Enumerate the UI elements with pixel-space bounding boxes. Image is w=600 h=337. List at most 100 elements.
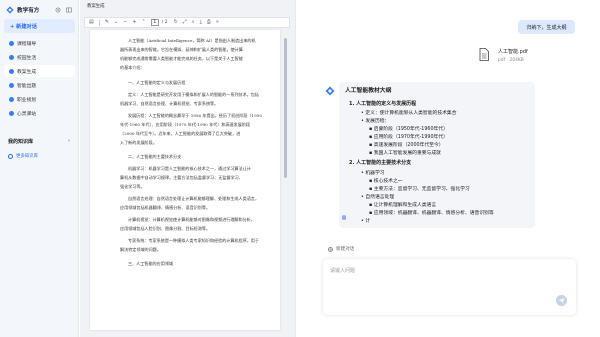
doc-line: 发展历程：人工智能的概念最早于 1956 年提出，经历了初创阶段（1950 [128,113,262,118]
page-total: / 2 [161,20,168,25]
career-icon [9,96,14,102]
answer-title: 人工智能教材大纲 [345,88,392,94]
answer-bullet: ▪ 启蒙阶段（1950年代-1960年代） [369,127,448,132]
more-knowledge-base-link[interactable]: 更多知识库 [8,153,38,159]
file-size: 204KB [509,58,524,63]
my-knowledge-base-label: 我的知识库 [8,138,34,145]
doc-line: 强化学习等。 [120,184,145,189]
doc-line: 年代-1960 年代）、应用阶段（1970 年代-1990 年代）和高速发展阶段 [120,122,251,127]
app-title: 教学有方 [17,7,40,14]
file-type: pdf [498,58,506,63]
doc-line: 人工智能（Artificial Intelligence，简称 AI）是指由人制… [128,38,256,43]
answer-bullet: ▪ 应用阶段（1970年代-1990年代） [369,135,448,140]
answer-bullet: ▪ 我国人工智能发展的重要与成就 [369,151,441,156]
scrollbar-thumb[interactable] [284,38,287,178]
answer-section-heading: 1. 人工智能的定义与发展历程 [349,101,417,107]
doc-line: 三、人工智能的应用领域 [128,261,174,266]
file-attachment[interactable]: 人工智能.pdf pdf 204KB [477,44,575,68]
new-chat-link[interactable]: + 新建对话 [328,246,354,252]
doc-line: 计算机视觉：计算机视觉使计算机能够对图像和视频进行理解和分析， [128,217,255,222]
pdf-toolbar: ▤ ✎ ⌄ − + ⌃ 1 / 2 ↻ ⤢ ⌕ ⤓ ⎙ » [84,17,290,28]
heart-icon [9,110,14,116]
sidebar-item-mental-station[interactable]: 心灵驿站 [4,107,75,119]
draw-icon[interactable]: ✎ [105,20,109,25]
sidebar-item-label: 校园生活 [17,55,37,61]
assistant-answer: 人工智能教材大纲 1. 人工智能的定义与发展历程 • 定义：使计算机能够从人类智… [339,82,535,228]
new-chat-label: 新建对话 [336,247,355,252]
sidebar-item-label: 教案生成 [17,69,37,75]
sidebar-toggle-icon[interactable]: ▤ [89,20,94,25]
document-tab[interactable]: 教案生成 [87,3,105,9]
zoom-out-icon[interactable]: − [123,20,127,25]
search-icon[interactable]: ⌕ [192,20,195,25]
add-icon [8,153,13,159]
doc-line: 机器学习：机器学习是人工智能的核心技术之一，通过学习算法让计 [128,166,251,171]
more-knowledge-base-label: 更多知识库 [16,154,38,159]
print-icon[interactable]: ⎙ [207,20,211,25]
document-scrollbar[interactable] [283,30,288,330]
doc-line: 入了新的发展阶段。 [120,140,157,145]
chevron-down-icon[interactable]: ⌄ [114,20,118,25]
answer-bullet: • 计 [361,219,371,224]
toolbar-divider [98,19,100,26]
course-icon [9,40,14,46]
doc-line: 的基本介绍： [120,65,145,70]
sidebar-item-course-tutoring[interactable]: 课程辅导 [4,37,75,49]
chat-input[interactable]: 请输入问题 [323,259,576,315]
rotate-icon[interactable]: ↻ [174,20,178,25]
doc-line: 专家系统：专家系统是一种模拟人类专家知识和经验的计算机程序，用于 [128,238,259,243]
brand: 教学有方 [6,4,76,15]
doc-line: 定义：人工智能是研究开发用于模拟和扩展人的智能的一系列技术。包括 [128,92,259,97]
answer-bullet: • 发展历程： [361,119,390,124]
doc-line: 一、人工智能的定义与发展历程 [128,80,186,85]
answer-source-badge[interactable]: 回 [342,215,346,221]
sidebar-item-campus-life[interactable]: 校园生活 [4,51,75,63]
sidebar-item-label: 智能出题 [17,83,37,89]
lesson-plan-icon [9,68,14,74]
plus-icon: + [328,246,333,252]
file-meta: pdf 204KB [498,58,524,63]
answer-bullet: ▪ 高速发展阶段（2000年代至今） [369,143,444,148]
answer-bullet: • 定义：使计算机能够从人类智能的技术集合 [361,111,457,116]
chat-area: 归纳下，生成大纲 人工智能.pdf pdf 204KB 人工智能教材大纲 1. … [297,0,600,337]
doc-line: 机能够完成通常需要人类智能才能完成的任务，以下是关于人工智能 [120,56,243,61]
answer-bullet: • 机器学习 [361,171,385,176]
sidebar: 教学有方 + 新建对话 课程辅导 校园生活 教案生成 智能出题 职业规划 心灵驿… [0,0,79,337]
doc-line: 机器学习、自然语言处理、计算机视觉、专家系统等。 [120,101,219,106]
settings-icon[interactable] [55,7,61,13]
doc-line: 二、人工智能的主要技术分支 [128,154,182,159]
sidebar-item-question-generation[interactable]: 智能出题 [4,79,75,91]
send-icon[interactable] [556,295,567,306]
document-panel: 教案生成 ▤ ✎ ⌄ − + ⌃ 1 / 2 ↻ ⤢ ⌕ ⤓ ⎙ » 人工智能（… [80,0,296,337]
user-message: 归纳下，生成大纲 [518,20,575,34]
doc-line: 算机从数据中自动学习规律。主要方法包括监督学习、无监督学习、 [120,175,243,180]
collapse-sidebar-icon[interactable] [66,7,72,13]
doc-line: 应用领域包括机器翻译、情感分析、语音识别等。 [120,205,211,210]
doc-line: 解决特定领域的问题。 [120,247,161,252]
sidebar-item-label: 职业规划 [17,97,37,103]
doc-line: 器所表现出来的智能。它旨在模拟、延伸和扩展人类的智能，使计算 [120,47,243,52]
assistant-avatar-icon [325,86,335,96]
download-icon[interactable]: ⤓ [200,20,202,25]
doc-line: 应用领域包括人脸识别、图像分割、目标检测等。 [120,226,211,231]
sidebar-item-lesson-plan[interactable]: 教案生成 [4,65,75,77]
more-icon[interactable]: » [216,20,219,25]
page-up-icon[interactable]: ⌃ [142,20,146,25]
file-name: 人工智能.pdf [498,49,528,55]
fit-page-icon[interactable]: ⤢ [183,20,187,25]
input-placeholder: 请输入问题 [330,268,356,274]
doc-line: 自然语言处理：自然语言处理让计算机能够理解、处理和生成人类语言， [128,196,259,201]
campus-icon [9,54,14,60]
sidebar-item-career-planning[interactable]: 职业规划 [4,93,75,105]
my-knowledge-base[interactable]: 我的知识库 › [8,137,70,145]
new-chat-button[interactable]: + 新建对话 [4,19,75,33]
sidebar-item-label: 心灵驿站 [17,111,37,117]
answer-bullet: ▪ 主要方法：监督学习、无监督学习、强化学习 [369,187,470,192]
answer-bullet: • 自然语言处理 [361,195,395,200]
file-icon [479,48,489,61]
zoom-in-icon[interactable]: + [132,20,136,25]
question-icon [9,82,14,88]
page-number-input[interactable]: 1 [150,19,159,26]
chevron-right-icon: › [67,138,70,144]
answer-bullet: ▪ 让计算机理解和生成人类语言 [369,203,437,208]
